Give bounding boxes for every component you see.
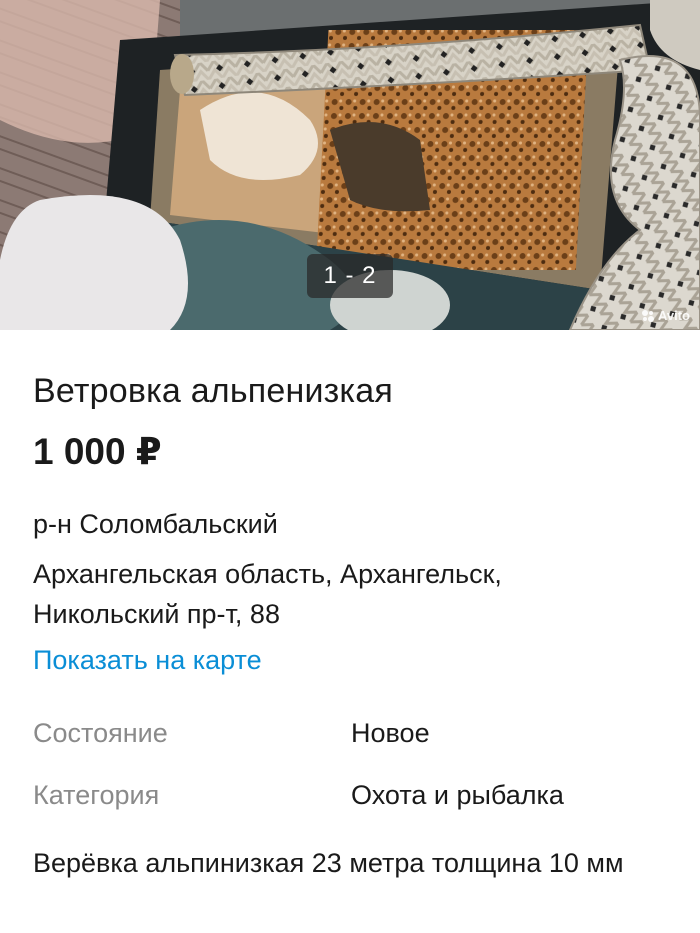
param-label-condition: Состояние [33,718,168,748]
listing-address: Архангельская область, Архангельск, Нико… [33,559,502,629]
photo-counter: 1 - 2 [307,254,393,298]
param-label-category: Категория [33,780,160,810]
param-value-condition: Новое [351,718,430,748]
listing-description: Верёвка альпинизкая 23 метра толщина 10 … [33,848,624,878]
param-value-category: Охота и рыбалка [351,780,564,810]
photo-gallery[interactable]: 1 - 2 Avito [0,0,700,330]
avito-watermark: Avito [641,308,690,323]
avito-logo-icon [641,309,654,322]
show-on-map-link[interactable]: Показать на карте [33,645,262,676]
listing-title: Ветровка альпенизкая [33,372,393,410]
listing-price: 1 000 ₽ [33,431,162,472]
listing-district: р-н Соломбальский [33,509,278,539]
watermark-text: Avito [657,308,690,323]
